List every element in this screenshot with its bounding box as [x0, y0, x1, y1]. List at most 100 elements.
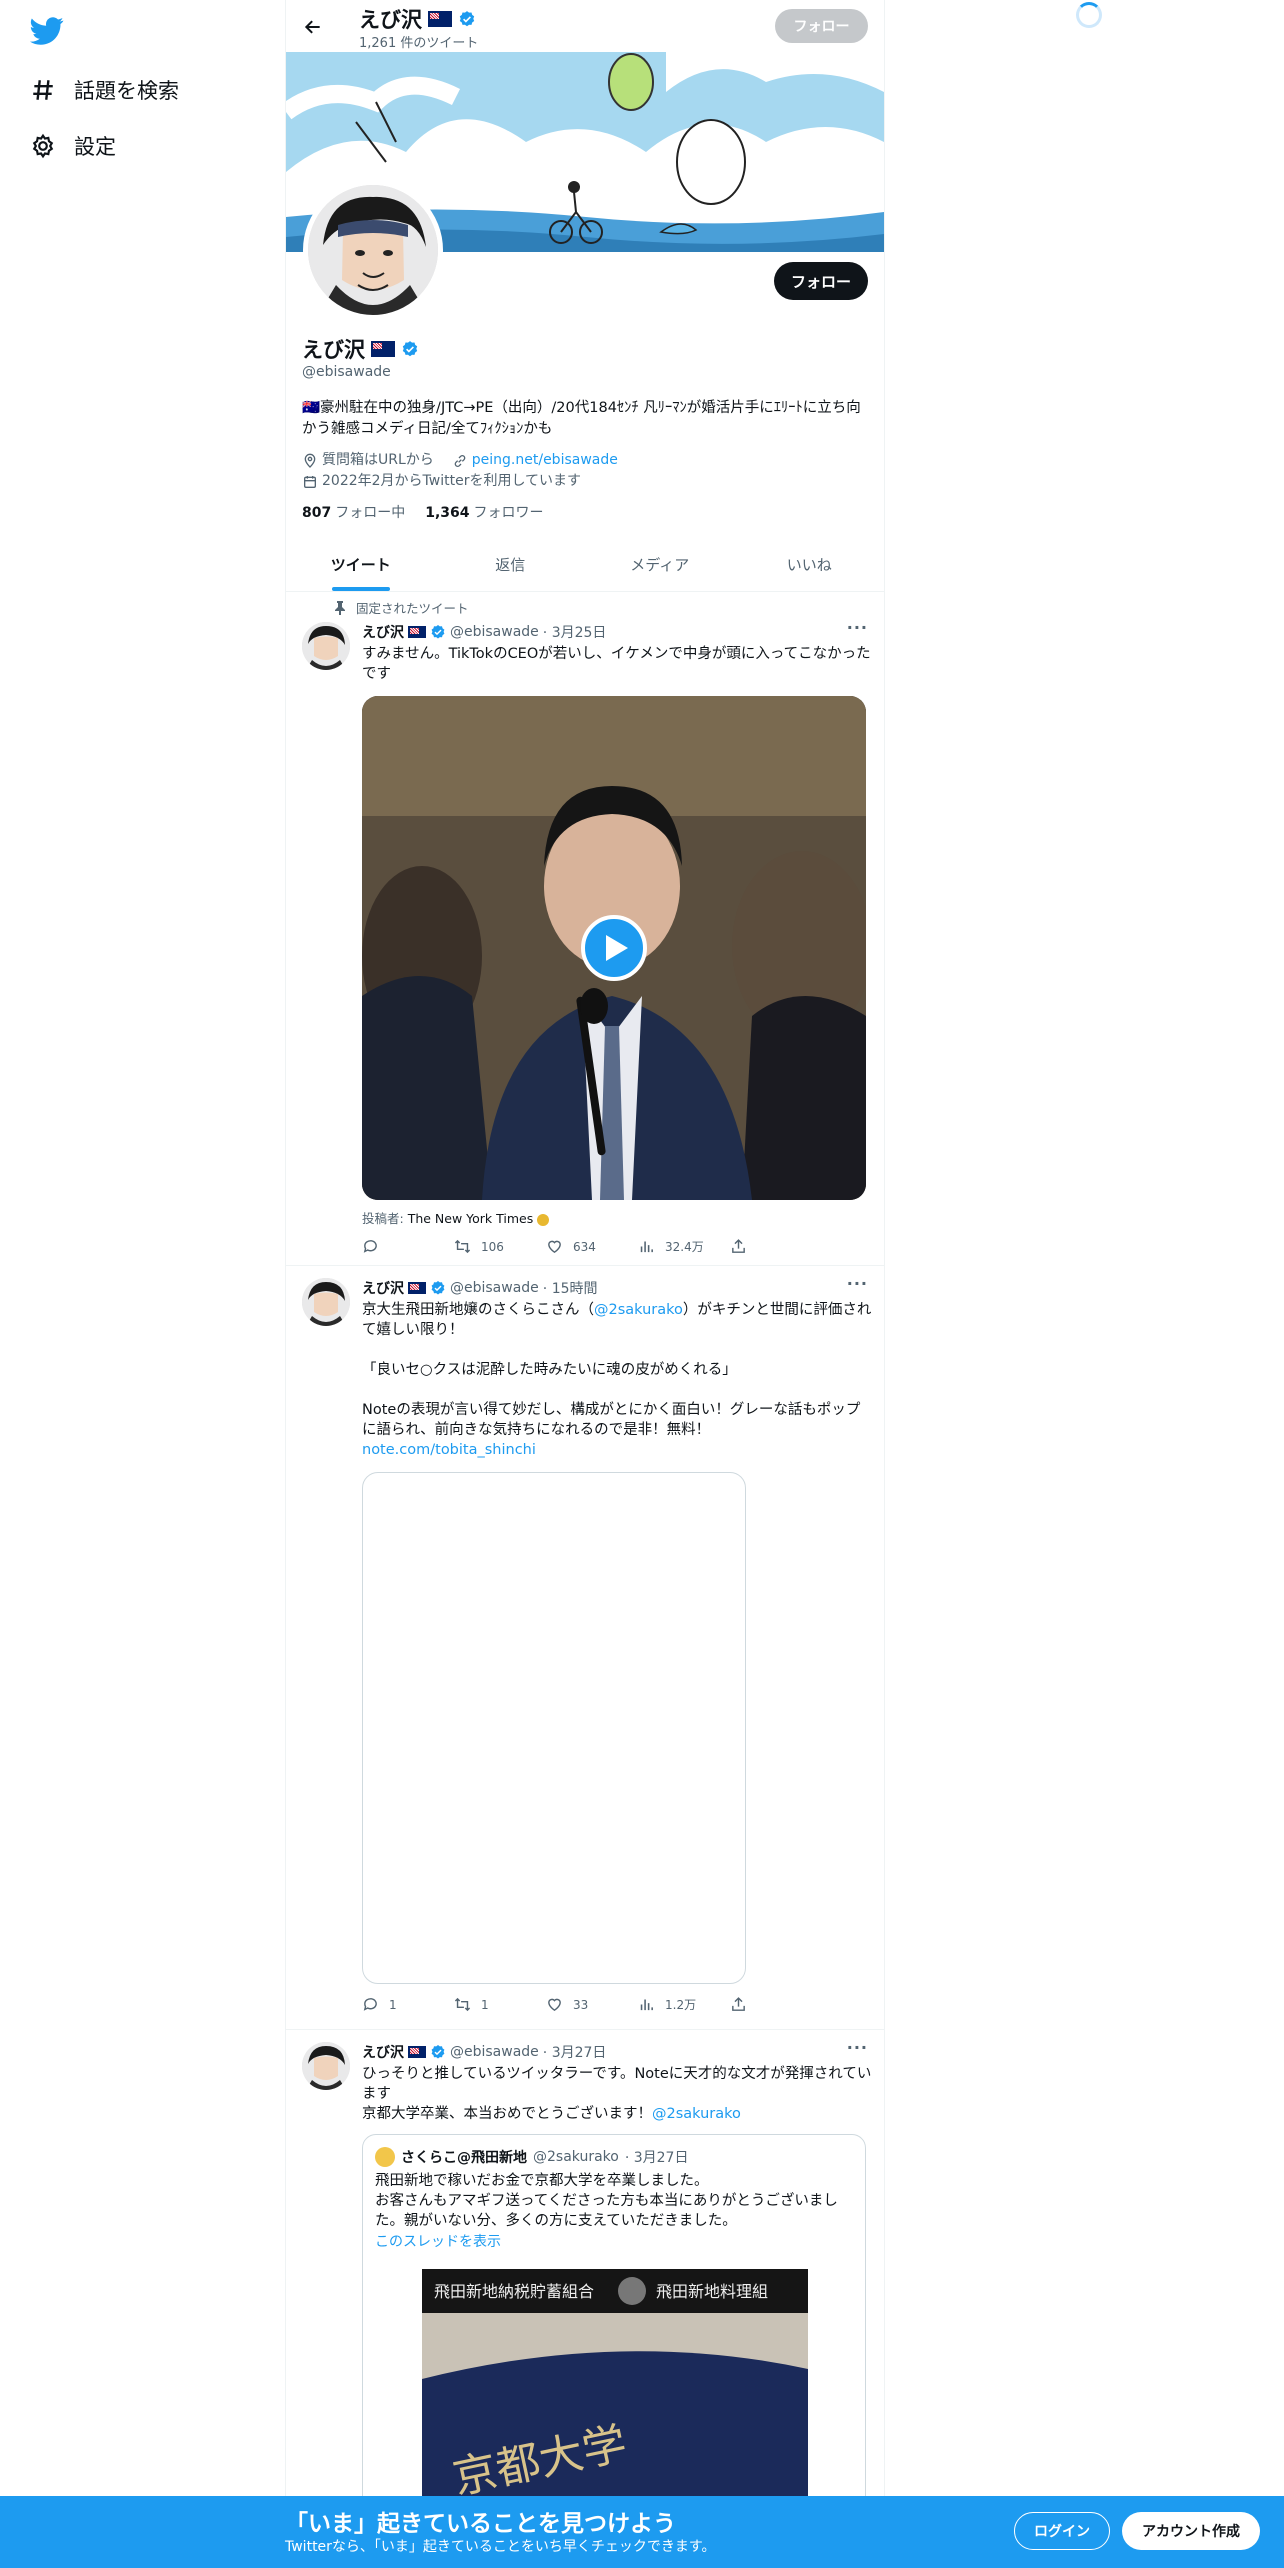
tweet-url-link[interactable]: note.com/tobita_shinchi: [362, 1442, 536, 1458]
back-arrow-icon[interactable]: [298, 12, 328, 42]
verified-badge-icon: [458, 10, 476, 28]
followers-stat[interactable]: 1,364 フォロワー: [425, 502, 543, 522]
location-icon: [302, 453, 318, 469]
header-follow-button[interactable]: フォロー: [775, 9, 868, 43]
reply-button[interactable]: [362, 1238, 454, 1255]
nav-explore[interactable]: 話題を検索: [28, 62, 248, 118]
profile-handle: @ebisawade: [302, 364, 391, 380]
video-byline: 投稿者: The New York Times: [362, 1208, 550, 1227]
australia-flag-icon: [408, 1282, 426, 1294]
reply-button[interactable]: 1: [362, 1996, 454, 2013]
profile-follow-button[interactable]: フォロー: [774, 262, 868, 300]
quoted-tweet[interactable]: さくらこ@飛田新地 @2sakurako · 3月27日 飛田新地で稼いだお金で…: [362, 2134, 866, 2554]
tweet-author-name[interactable]: えび沢: [362, 1278, 404, 1298]
like-button[interactable]: 634: [546, 1238, 638, 1255]
byline-prefix: 投稿者:: [362, 1211, 404, 1226]
verified-gold-icon: [537, 1213, 550, 1226]
share-button[interactable]: [730, 1238, 822, 1255]
profile-meta: 質問箱はURLから peing.net/ebisawade 2022年2月からT…: [302, 450, 618, 492]
verified-badge-icon: [401, 340, 419, 358]
tweet-avatar[interactable]: [302, 1278, 350, 1326]
pinned-label: 固定されたツイート: [356, 601, 469, 616]
link-card[interactable]: [362, 1472, 746, 1984]
tweet-author-name[interactable]: えび沢: [362, 622, 404, 642]
views-button[interactable]: 32.4万: [638, 1238, 730, 1255]
views-button[interactable]: 1.2万: [638, 1996, 730, 2013]
profile-name: えび沢: [302, 334, 419, 364]
reply-icon: [363, 1240, 377, 1253]
tweet[interactable]: えび沢 @ebisawade · 3月27日 ··· ひっそりと推しているツイッ…: [286, 2030, 884, 2554]
signup-banner-subtitle: Twitterなら、「いま」起きていることをいち早くチェックできます。: [285, 2539, 716, 2555]
loading-spinner: [1076, 2, 1102, 28]
tweet-time[interactable]: · 3月27日: [543, 2042, 607, 2062]
more-icon[interactable]: ···: [847, 1274, 868, 1293]
tab-tweets[interactable]: ツイート: [286, 538, 436, 591]
header-name-text: えび沢: [359, 8, 422, 32]
following-label: フォロー中: [335, 505, 406, 521]
show-thread-link[interactable]: このスレッドを表示: [375, 2231, 501, 2251]
tweet-mention-link[interactable]: @2sakurako: [594, 1302, 683, 1318]
tweet[interactable]: えび沢 @ebisawade · 15時間 ··· 京大生飛田新地嬢のさくらこさ…: [286, 1266, 884, 2030]
login-button[interactable]: ログイン: [1014, 2512, 1110, 2550]
profile-name-text: えび沢: [302, 338, 365, 362]
share-button[interactable]: [730, 1996, 822, 2013]
retweet-count: 1: [481, 1997, 489, 2012]
retweet-count: 106: [481, 1239, 504, 1254]
svg-text:飛田新地納税貯蓄組合: 飛田新地納税貯蓄組合: [434, 2283, 594, 2301]
tweet-author-handle[interactable]: @ebisawade: [450, 624, 539, 640]
profile-link[interactable]: peing.net/ebisawade: [472, 450, 618, 471]
byline-source[interactable]: The New York Times: [408, 1211, 534, 1226]
tab-replies[interactable]: 返信: [436, 538, 586, 591]
tweet-pinned[interactable]: 固定されたツイート えび沢 @ebisawade · 3月25日 ··· すみま…: [286, 592, 884, 1266]
nav-settings[interactable]: 設定: [28, 118, 248, 174]
more-icon[interactable]: ···: [847, 2038, 868, 2057]
pinned-indicator: 固定されたツイート: [334, 598, 469, 617]
verified-badge-icon: [430, 624, 446, 640]
tweet-author-name[interactable]: えび沢: [362, 2042, 404, 2062]
tweet-text-part: ひっそりと推しているツイッタラーです。Noteに天才的な文才が発揮されています …: [362, 2066, 872, 2122]
tab-media[interactable]: メディア: [585, 538, 735, 591]
quote-author-handle: @2sakurako: [533, 2149, 619, 2165]
retweet-button[interactable]: 1: [454, 1996, 546, 2013]
tweet-time[interactable]: · 15時間: [543, 1278, 598, 1298]
views-chart-icon: [640, 1241, 653, 1253]
followers-label: フォロワー: [473, 505, 544, 521]
tweet-video[interactable]: [362, 696, 866, 1200]
heart-icon: [548, 1240, 561, 1254]
tweet-author-handle[interactable]: @ebisawade: [450, 1280, 539, 1296]
tweet-count: 1,261 件のツイート: [359, 36, 479, 51]
tweet-time[interactable]: · 3月25日: [543, 622, 607, 642]
following-stat[interactable]: 807 フォロー中: [302, 502, 405, 522]
tweet-header: えび沢 @ebisawade · 3月27日: [362, 2042, 606, 2062]
tweet-mention-link[interactable]: @2sakurako: [652, 2106, 741, 2122]
svg-text:飛田新地料理組: 飛田新地料理組: [656, 2283, 768, 2301]
profile-location: 質問箱はURLから: [322, 452, 434, 468]
nav-explore-label: 話題を検索: [74, 79, 179, 103]
tab-likes[interactable]: いいね: [735, 538, 885, 591]
like-button[interactable]: 33: [546, 1996, 638, 2013]
tweet-avatar[interactable]: [302, 2042, 350, 2090]
create-account-button[interactable]: アカウント作成: [1122, 2512, 1260, 2550]
tweet-actions: 1 1 33 1.2万: [362, 1996, 822, 2013]
australia-flag-icon: [408, 626, 426, 638]
profile-joined: 2022年2月からTwitterを利用しています: [322, 473, 582, 489]
play-button-icon[interactable]: [581, 915, 647, 981]
retweet-button[interactable]: 106: [454, 1238, 546, 1255]
profile-tabs: ツイート 返信 メディア いいね: [286, 538, 884, 592]
tweet-text: 京大生飛田新地嬢のさくらこさん（@2sakurako）がキチンと世間に評価されて…: [362, 1300, 872, 1460]
more-icon[interactable]: ···: [847, 618, 868, 637]
australia-flag-icon: [428, 11, 452, 27]
profile-avatar[interactable]: [303, 180, 443, 320]
reply-count: 1: [389, 1997, 397, 2012]
view-count: 1.2万: [665, 1998, 697, 2012]
tweet-avatar[interactable]: [302, 622, 350, 670]
signup-banner-title: 「いま」起きていることを見つけよう: [285, 2511, 676, 2537]
hashtag-icon: [28, 75, 58, 105]
tweet-author-handle[interactable]: @ebisawade: [450, 2044, 539, 2060]
share-icon: [732, 1997, 745, 2011]
share-icon: [732, 1239, 745, 1253]
australia-flag-icon: [371, 341, 395, 357]
twitter-bird-icon[interactable]: [30, 14, 64, 48]
tweet-actions: 106 634 32.4万: [362, 1238, 822, 1255]
pin-icon: [335, 600, 345, 615]
